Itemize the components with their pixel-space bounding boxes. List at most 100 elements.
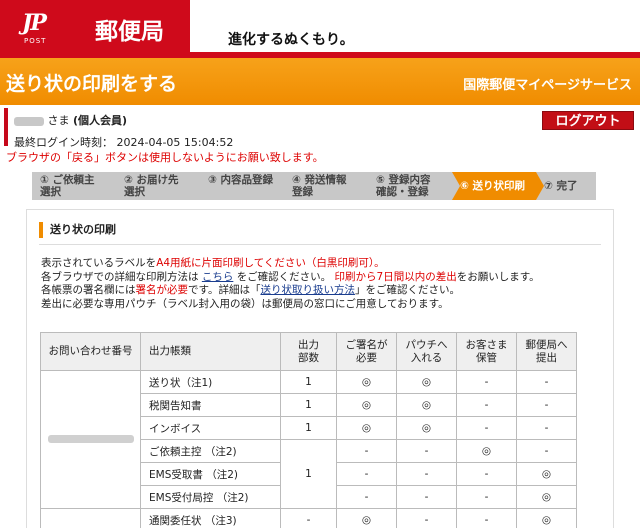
customer-keep-cell: - [456, 508, 517, 528]
logo-name: 郵便局 [95, 19, 164, 45]
pouch-cell: - [396, 508, 457, 528]
last-login: 最終ログイン時刻： 2024-04-05 15:04:52 [14, 128, 640, 150]
copies-cell: 1 [280, 416, 337, 440]
progress-steps: ① ご依頼主 選択 ② お届け先 選択 ③ 内容品登録 ④ 発送情報 登録 ⑤ 登録内容… [32, 172, 640, 200]
japan-post-logo[interactable]: JP POST 郵便局 [0, 0, 190, 58]
title-banner: 送り状の印刷をする 国際郵便マイページサービス [0, 58, 640, 105]
member-type: (個人会員) [73, 114, 128, 127]
document-name-cell: ご依頼主控 （注2) [140, 439, 281, 463]
progress-step: ⑦ 完了 [536, 172, 596, 200]
step-arrow-icon [284, 172, 292, 200]
print-panel: 送り状の印刷 表示されているラベルをA4用紙に片面印刷してください（白黒印刷可）… [26, 209, 614, 528]
step-arrow-icon [452, 172, 460, 200]
customer-keep-cell: - [456, 370, 517, 394]
instruction-text: です。詳細は「 [188, 284, 261, 296]
submit-cell: - [516, 393, 577, 417]
instruction-line-4: 差出に必要な専用パウチ（ラベル封入用の袋）は郵便局の窓口にご用意しております。 [41, 297, 449, 310]
signature-cell: - [336, 485, 397, 509]
instruction-text: 各帳票の署名欄には [41, 284, 136, 296]
col-customer-keep: お客さま 保管 [456, 332, 517, 371]
document-name-cell: 通関委任状 （注3) [140, 508, 281, 528]
instruction-text: をご確認ください。 [236, 270, 332, 283]
pouch-cell: - [396, 485, 457, 509]
col-signature: ご署名が 必要 [336, 332, 397, 371]
instruction-line-3: 各帳票の署名欄には署名が必要です。詳細は「送り状取り扱い方法」をご確認ください。 [41, 284, 613, 298]
redacted-tracking-number [47, 434, 134, 443]
pouch-cell: ◎ [396, 416, 457, 440]
submit-cell: ◎ [516, 462, 577, 486]
signature-cell: ◎ [336, 370, 397, 394]
customer-keep-cell: - [456, 416, 517, 440]
instruction-emphasis: A4用紙に片面印刷してください（白黒印刷可）。 [156, 257, 385, 269]
col-submit-post-office: 郵便局へ 提出 [516, 332, 577, 371]
col-pouch: パウチへ 入れる [396, 332, 457, 371]
submit-cell: - [516, 439, 577, 463]
copies-cell: 1 [280, 370, 337, 394]
redacted-user-name [14, 116, 44, 126]
progress-step: ③ 内容品登録 [200, 172, 292, 200]
step-arrow-icon [368, 172, 376, 200]
last-login-value: 2024-04-05 15:04:52 [116, 136, 234, 149]
submit-cell: - [516, 370, 577, 394]
progress-step: ⑥ 送り状印刷 [452, 172, 544, 200]
instruction-emphasis: 印刷から7日間以内の差出 [334, 270, 457, 283]
customer-keep-cell: - [456, 485, 517, 509]
signature-cell: ◎ [336, 393, 397, 417]
signature-cell: - [336, 462, 397, 486]
submit-cell: - [516, 416, 577, 440]
pouch-cell: - [396, 462, 457, 486]
documents-table: お問い合わせ番号 出力帳類 出力 部数 ご署名が 必要 パウチへ 入れる お客さ… [40, 332, 577, 528]
progress-step: ② お届け先 選択 [116, 172, 208, 200]
table-row: 送り状（注1) 1 ◎ ◎ - - [40, 370, 577, 509]
col-copies: 出力 部数 [280, 332, 337, 371]
copies-cell: - [280, 508, 337, 528]
customer-keep-cell: - [456, 393, 517, 417]
document-name-cell: 送り状（注1) [140, 370, 281, 394]
document-name-cell: 税関告知書 [140, 393, 281, 417]
submit-cell: ◎ [516, 508, 577, 528]
pouch-cell: ◎ [396, 393, 457, 417]
table-row: 通関委任状 （注3) - ◎ - - ◎ [40, 508, 577, 528]
instruction-text: 各ブラウザでの詳細な印刷方法は [41, 270, 199, 283]
instruction-line-1: 表示されているラベルをA4用紙に片面印刷してください（白黒印刷可）。 [41, 257, 613, 271]
copies-cell: 1 [280, 439, 337, 509]
last-login-label: 最終ログイン時刻： [14, 136, 113, 149]
step-arrow-icon [116, 172, 124, 200]
table-header-row: お問い合わせ番号 出力帳類 出力 部数 ご署名が 必要 パウチへ 入れる お客さ… [40, 332, 577, 371]
customer-keep-cell: ◎ [456, 439, 517, 463]
user-info: さま (個人会員) 最終ログイン時刻： 2024-04-05 15:04:52 … [4, 108, 640, 149]
instruction-text: 表示されているラベルを [41, 257, 157, 269]
signature-cell: ◎ [336, 416, 397, 440]
label-handling-link[interactable]: 送り状取り扱い方法 [260, 284, 355, 296]
slogan: 進化するぬくもり。 [228, 32, 354, 48]
document-name-cell: EMS受取書 （注2) [140, 462, 281, 486]
instruction-emphasis: 署名が必要 [135, 284, 189, 296]
service-name: 国際郵便マイページサービス [463, 78, 632, 93]
page-title: 送り状の印刷をする [6, 73, 178, 95]
progress-step: ① ご依頼主 選択 [32, 172, 124, 200]
user-honorific: さま [47, 114, 70, 127]
col-tracking-number: お問い合わせ番号 [40, 332, 141, 371]
instruction-text: 」をご確認ください。 [354, 284, 460, 296]
back-button-warning: ブラウザの「戻る」ボタンは使用しないようにお願い致します。 [6, 151, 324, 164]
pouch-cell: - [396, 439, 457, 463]
section-title: 送り状の印刷 [39, 222, 613, 238]
instruction-text: をお願いします。 [456, 270, 540, 283]
document-name-cell: インボイス [140, 416, 281, 440]
col-document: 出力帳類 [140, 332, 281, 371]
signature-cell: - [336, 439, 397, 463]
logout-button[interactable]: ログアウト [542, 111, 634, 130]
submit-cell: ◎ [516, 485, 577, 509]
step-arrow-icon [536, 172, 544, 200]
step-arrow-icon [200, 172, 208, 200]
instruction-line-2: 各ブラウザでの詳細な印刷方法は こちら をご確認ください。 印刷から7日間以内の… [41, 271, 613, 285]
section-divider [39, 244, 601, 245]
copies-cell: 1 [280, 393, 337, 417]
instructions: 表示されているラベルをA4用紙に片面印刷してください（白黒印刷可）。 各ブラウザ… [41, 257, 613, 311]
print-help-link[interactable]: こちら [202, 271, 234, 283]
jp-logo-mark: JP [22, 10, 47, 36]
pouch-cell: ◎ [396, 370, 457, 394]
tracking-number-cell [40, 508, 141, 528]
logo-post-text: POST [24, 37, 47, 45]
customer-keep-cell: - [456, 462, 517, 486]
